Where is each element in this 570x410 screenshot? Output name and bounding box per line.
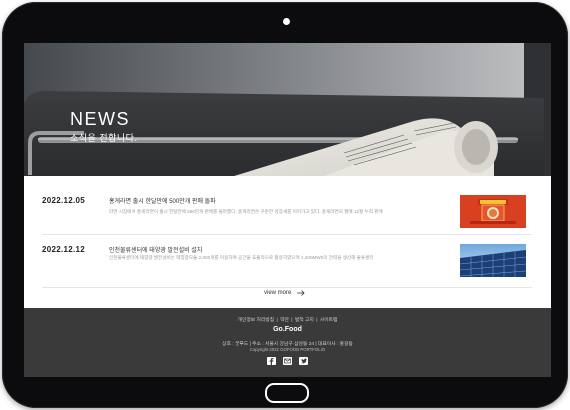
screen: NEWS 소식을 전합니다. 2022.12.05 홍게라면 출시 한달만에 5… <box>24 43 551 377</box>
news-date: 2022.12.05 <box>42 196 86 205</box>
home-button[interactable] <box>265 383 309 403</box>
page-title: NEWS <box>70 109 130 129</box>
ramen-thumbnail[interactable] <box>460 195 526 228</box>
mail-icon[interactable] <box>283 357 292 365</box>
footer-company-info: 상호 : 굿푸드 | 주소 : 서울시 강남구 삼성동 24 | 대표이사 : … <box>222 342 353 347</box>
social-links <box>24 357 551 365</box>
news-list: 2022.12.05 홍게라면 출시 한달만에 500만개 판매 돌파 라면 시… <box>42 185 532 288</box>
footer-logo: Go.Food <box>273 326 302 333</box>
footer: 개인정보 처리방침 | 약관 | 법적 고지 | 사이트맵 Go.Food 상호… <box>24 308 551 377</box>
footer-link-terms[interactable]: 약관 <box>280 318 289 323</box>
footer-link-privacy[interactable]: 개인정보 처리방침 <box>238 318 275 323</box>
hero-banner: NEWS 소식을 전합니다. <box>24 43 551 176</box>
footer-copyright: Copyright 2022 GOFOOD PORTFOLIO <box>249 347 326 352</box>
twitter-icon[interactable] <box>299 357 308 365</box>
footer-link-legal[interactable]: 법적 고지 <box>295 318 314 323</box>
news-title[interactable]: 인천물류센터에 태양광 발전설비 설치 <box>109 245 202 254</box>
news-item[interactable]: 2022.12.05 홍게라면 출시 한달만에 500만개 판매 돌파 라면 시… <box>42 185 532 235</box>
solar-panel-thumbnail[interactable] <box>460 244 526 277</box>
news-description: 인천물류센터에 태양광 발전설비는 태양광모듈 2,000개를 이용하여 공간을… <box>109 255 374 260</box>
facebook-icon[interactable] <box>267 357 276 365</box>
news-item[interactable]: 2022.12.12 인천물류센터에 태양광 발전설비 설치 인천물류센터에 태… <box>42 236 532 288</box>
news-title[interactable]: 홍게라면 출시 한달만에 500만개 판매 돌파 <box>109 196 216 205</box>
news-description: 라면 시장에서 홍게라면이 출시 한달만에 500만개 판매를 돌파했다. 홍게… <box>109 209 383 214</box>
footer-link-sitemap[interactable]: 사이트맵 <box>320 318 338 323</box>
page-subtitle: 소식을 전합니다. <box>70 133 138 143</box>
footer-links: 개인정보 처리방침 | 약관 | 법적 고지 | 사이트맵 <box>237 318 338 323</box>
arrow-right-icon <box>297 290 305 296</box>
front-camera <box>283 18 290 25</box>
view-more-label: view more <box>264 290 292 296</box>
tablet-frame: NEWS 소식을 전합니다. 2022.12.05 홍게라면 출시 한달만에 5… <box>2 2 568 408</box>
news-date: 2022.12.12 <box>42 245 86 254</box>
view-more-link[interactable]: view more <box>264 290 305 296</box>
